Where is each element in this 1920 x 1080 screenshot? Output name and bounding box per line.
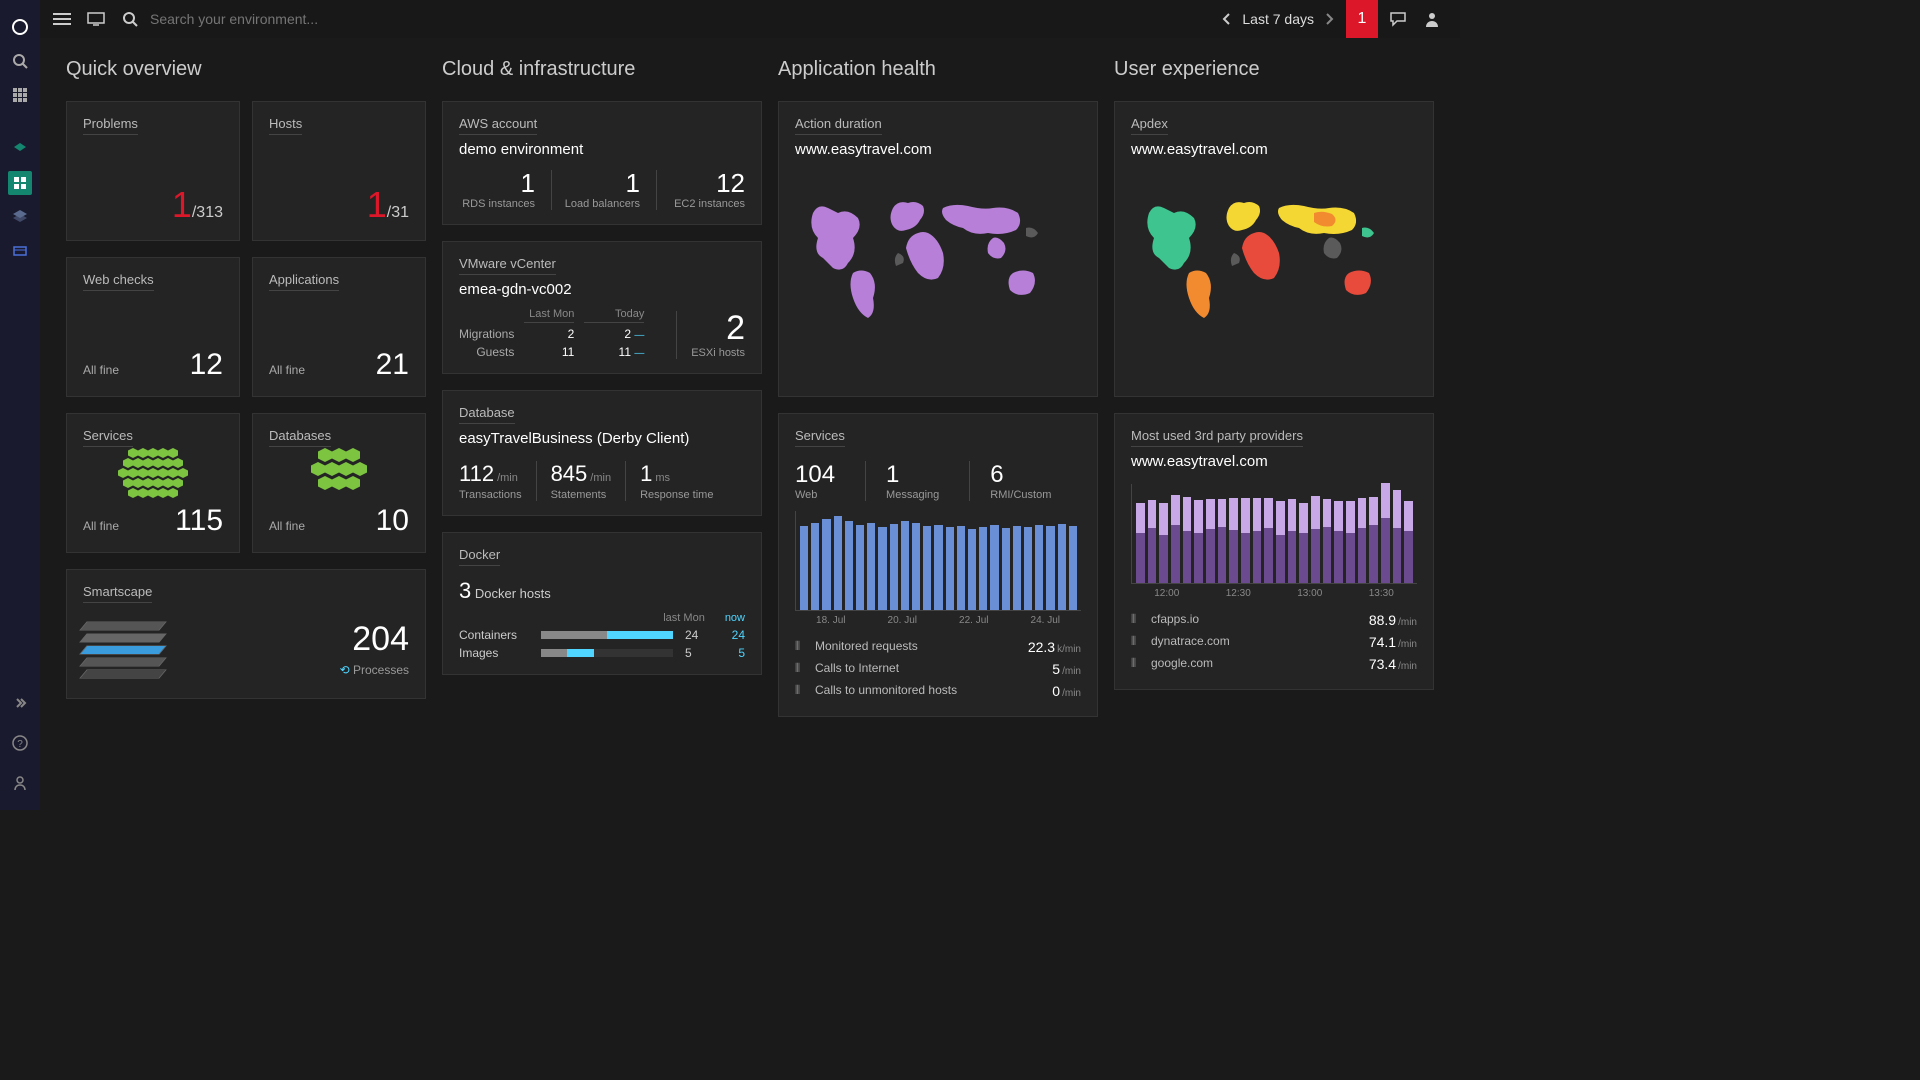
- monitor-icon[interactable]: [82, 5, 110, 33]
- topbar: Last 7 days 1: [40, 0, 1460, 38]
- app-health-column: Application health Action duration www.e…: [778, 58, 1098, 717]
- bars-icon: ⫴: [1131, 612, 1145, 627]
- hex-cluster-icon: [311, 448, 367, 490]
- overview-column: Quick overview Problems 1/313 Hosts 1/31: [66, 58, 426, 717]
- services-bar-chart: [795, 511, 1081, 611]
- images-bar: [541, 649, 673, 657]
- layers-icon: [83, 617, 173, 687]
- docker-tile[interactable]: Docker 3 Docker hosts last Monnow Contai…: [442, 532, 762, 675]
- alert-badge[interactable]: 1: [1346, 0, 1378, 38]
- overview-title: Quick overview: [66, 58, 426, 81]
- chat-icon[interactable]: [1384, 5, 1412, 33]
- database-tile[interactable]: Database easyTravelBusiness (Derby Clien…: [442, 390, 762, 516]
- hosts-title: Hosts: [269, 116, 302, 135]
- bars-icon: ⫴: [1131, 656, 1145, 671]
- services-card[interactable]: Services 104Web 1Messaging 6RMI/Custom 1…: [778, 413, 1098, 717]
- rail-search-icon[interactable]: [8, 49, 32, 73]
- ux-column: User experience Apdex www.easytravel.com: [1114, 58, 1434, 717]
- menu-icon[interactable]: [48, 5, 76, 33]
- search-icon[interactable]: [116, 5, 144, 33]
- bars-icon: ⫴: [795, 661, 809, 676]
- apps-grid-icon[interactable]: [8, 83, 32, 107]
- link-icon: ⟲: [340, 663, 350, 677]
- applications-tile[interactable]: Applications All fine21: [252, 257, 426, 397]
- trend-flat-icon: —: [634, 348, 644, 359]
- cloud-icon[interactable]: [8, 137, 32, 161]
- help-icon[interactable]: ?: [8, 731, 32, 755]
- user-icon[interactable]: [1418, 5, 1446, 33]
- bars-icon: ⫴: [795, 683, 809, 698]
- search-input[interactable]: [150, 11, 450, 27]
- svg-text:?: ?: [17, 739, 23, 750]
- thirdparty-bar-chart: [1131, 484, 1417, 584]
- left-nav-rail: ?: [0, 0, 40, 810]
- container-icon[interactable]: [8, 239, 32, 263]
- dashboards-icon[interactable]: [8, 171, 32, 195]
- user-rail-icon[interactable]: [8, 771, 32, 795]
- action-duration-tile[interactable]: Action duration www.easytravel.com: [778, 101, 1098, 397]
- hex-cluster-icon: [118, 448, 188, 498]
- trend-flat-icon: —: [634, 330, 644, 341]
- chevron-right-icon[interactable]: [1320, 9, 1340, 29]
- containers-bar: [541, 631, 673, 639]
- bars-icon: ⫴: [795, 639, 809, 654]
- thirdparty-tile[interactable]: Most used 3rd party providers www.easytr…: [1114, 413, 1434, 690]
- vmware-tile[interactable]: VMware vCenter emea-gdn-vc002 Last MonTo…: [442, 241, 762, 374]
- problems-tile[interactable]: Problems 1/313: [66, 101, 240, 241]
- bars-icon: ⫴: [1131, 634, 1145, 649]
- hosts-tile[interactable]: Hosts 1/31: [252, 101, 426, 241]
- cloud-column: Cloud & infrastructure AWS account demo …: [442, 58, 762, 717]
- timeframe-label: Last 7 days: [1242, 11, 1314, 27]
- world-map-purple: [795, 168, 1081, 348]
- aws-tile[interactable]: AWS account demo environment 1RDS instan…: [442, 101, 762, 225]
- timeframe-selector[interactable]: Last 7 days: [1216, 9, 1340, 29]
- databases-tile[interactable]: Databases All fine10: [252, 413, 426, 553]
- logo-icon[interactable]: [8, 15, 32, 39]
- webchecks-tile[interactable]: Web checks All fine12: [66, 257, 240, 397]
- chevron-left-icon[interactable]: [1216, 9, 1236, 29]
- apdex-tile[interactable]: Apdex www.easytravel.com: [1114, 101, 1434, 397]
- dashboard-grid: Quick overview Problems 1/313 Hosts 1/31: [40, 38, 1460, 810]
- world-map-colored: [1131, 168, 1417, 348]
- stack-icon[interactable]: [8, 205, 32, 229]
- problems-title: Problems: [83, 116, 138, 135]
- smartscape-tile[interactable]: Smartscape 204 ⟲ Processes: [66, 569, 426, 699]
- expand-icon[interactable]: [8, 691, 32, 715]
- services-tile[interactable]: Services All fine115: [66, 413, 240, 553]
